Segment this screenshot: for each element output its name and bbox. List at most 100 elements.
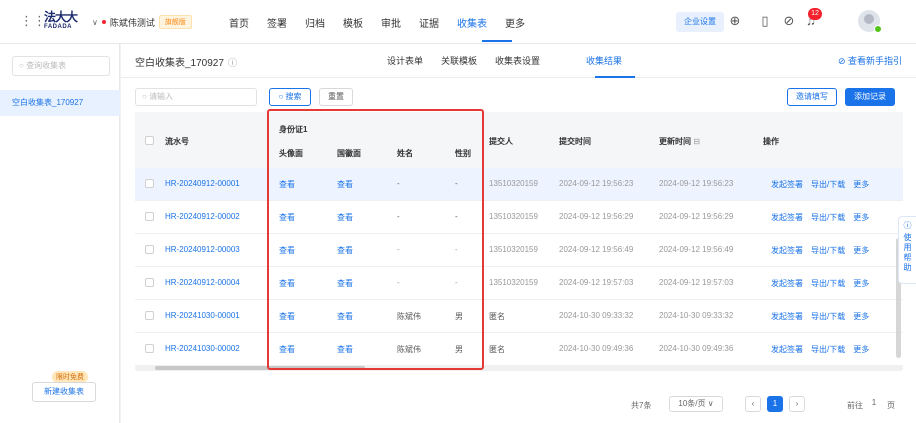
start-signing-link[interactable]: 发起签署 — [771, 246, 803, 255]
more-link[interactable]: 更多 — [853, 312, 869, 321]
view-emblem-link[interactable]: 查看 — [337, 344, 353, 355]
results-search-input[interactable]: ○ 请输入 — [135, 88, 257, 106]
org-switcher[interactable]: ∨ 陈斌伟测试 旗舰版 — [92, 15, 192, 29]
table-row[interactable]: HR-20240912-00001 查看 查看 - - 13510320159 … — [135, 168, 903, 201]
name-cell: 陈斌伟 — [397, 345, 421, 354]
view-head-link[interactable]: 查看 — [279, 278, 295, 289]
table-row[interactable]: HR-20241030-00001 查看 查看 陈斌伟 男 匿名 2024-10… — [135, 300, 903, 333]
app-grid-icon[interactable]: ⋮⋮ — [20, 14, 46, 28]
nav-sign[interactable]: 签署 — [267, 15, 287, 30]
table-row[interactable]: HR-20241030-00002 查看 查看 陈斌伟 男 匿名 2024-10… — [135, 333, 903, 366]
serial-link[interactable]: HR-20240912-00004 — [165, 278, 240, 287]
tab-linked-template[interactable]: 关联模板 — [441, 54, 477, 67]
sort-icon[interactable]: ⊟ — [693, 137, 700, 146]
collection-search-input[interactable]: ○ 查询收集表 — [12, 56, 110, 76]
invite-button[interactable]: 邀请填写 — [787, 88, 837, 106]
document-icon[interactable]: ▯ — [756, 12, 774, 30]
next-page-button[interactable]: › — [789, 396, 805, 412]
search-icon: ○ — [19, 61, 24, 70]
more-link[interactable]: 更多 — [853, 345, 869, 354]
row-checkbox[interactable] — [145, 179, 154, 188]
update-time-cell: 2024-09-12 19:56:23 — [659, 179, 734, 188]
name-cell: 陈斌伟 — [397, 312, 421, 321]
nav-collection[interactable]: 收集表 — [457, 15, 487, 30]
nav-more[interactable]: 更多 — [505, 15, 525, 30]
serial-link[interactable]: HR-20241030-00001 — [165, 311, 240, 320]
table-row[interactable]: HR-20240912-00003 查看 查看 - - 13510320159 … — [135, 234, 903, 267]
table-row[interactable]: HR-20240912-00004 查看 查看 - - 13510320159 … — [135, 267, 903, 300]
more-link[interactable]: 更多 — [853, 180, 869, 189]
help-float-button[interactable]: ⓘ 使用帮助 — [898, 216, 916, 284]
submit-time-cell: 2024-10-30 09:33:32 — [559, 311, 634, 320]
view-head-link[interactable]: 查看 — [279, 179, 295, 190]
page-number-active[interactable]: 1 — [767, 396, 783, 412]
export-download-link[interactable]: 导出/下载 — [811, 180, 845, 189]
horizontal-scrollbar[interactable] — [135, 365, 903, 371]
nav-evidence[interactable]: 证据 — [419, 15, 439, 30]
logo[interactable]: 法大大 FADADA — [44, 10, 80, 34]
search-button[interactable]: ○ 搜索 — [269, 88, 311, 106]
start-signing-link[interactable]: 发起签署 — [771, 345, 803, 354]
view-emblem-link[interactable]: 查看 — [337, 179, 353, 190]
view-head-link[interactable]: 查看 — [279, 344, 295, 355]
nav-approval[interactable]: 审批 — [381, 15, 401, 30]
view-emblem-link[interactable]: 查看 — [337, 245, 353, 256]
more-link[interactable]: 更多 — [853, 213, 869, 222]
header-submit-time: 提交时间 — [559, 137, 591, 146]
serial-link[interactable]: HR-20240912-00001 — [165, 179, 240, 188]
view-emblem-link[interactable]: 查看 — [337, 212, 353, 223]
row-checkbox[interactable] — [145, 212, 154, 221]
export-download-link[interactable]: 导出/下载 — [811, 246, 845, 255]
row-checkbox[interactable] — [145, 311, 154, 320]
company-settings-button[interactable]: 企业设置 — [676, 12, 724, 32]
guide-link-label: 查看新手指引 — [847, 56, 902, 66]
gender-cell: 男 — [455, 312, 463, 321]
tab-design-form[interactable]: 设计表单 — [387, 54, 423, 67]
more-link[interactable]: 更多 — [853, 279, 869, 288]
prev-page-button[interactable]: ‹ — [745, 396, 761, 412]
view-emblem-link[interactable]: 查看 — [337, 278, 353, 289]
export-download-link[interactable]: 导出/下载 — [811, 345, 845, 354]
export-download-link[interactable]: 导出/下载 — [811, 279, 845, 288]
view-emblem-link[interactable]: 查看 — [337, 311, 353, 322]
reset-button[interactable]: 重置 — [319, 88, 353, 106]
nav-template[interactable]: 模板 — [343, 15, 363, 30]
more-link[interactable]: 更多 — [853, 246, 869, 255]
view-head-link[interactable]: 查看 — [279, 245, 295, 256]
goto-page-input[interactable]: 1 — [865, 396, 883, 412]
start-signing-link[interactable]: 发起签署 — [771, 312, 803, 321]
tab-collection-settings[interactable]: 收集表设置 — [495, 54, 540, 67]
nav-archive[interactable]: 归档 — [305, 15, 325, 30]
start-signing-link[interactable]: 发起签署 — [771, 180, 803, 189]
info-icon[interactable]: ⓘ — [228, 58, 237, 68]
view-head-link[interactable]: 查看 — [279, 212, 295, 223]
table-row[interactable]: HR-20240912-00002 查看 查看 - - 13510320159 … — [135, 201, 903, 234]
help-icon[interactable]: ⊘ — [780, 12, 798, 30]
serial-link[interactable]: HR-20240912-00002 — [165, 212, 240, 221]
chevron-down-icon: ∨ — [707, 399, 714, 408]
export-download-link[interactable]: 导出/下载 — [811, 312, 845, 321]
add-record-button[interactable]: 添加记录 — [845, 88, 895, 106]
scrollbar-thumb[interactable] — [155, 366, 365, 370]
new-collection-button[interactable]: 新建收集表 — [32, 382, 96, 402]
page-size-select[interactable]: 10条/页 ∨ — [669, 396, 723, 412]
row-checkbox[interactable] — [145, 245, 154, 254]
globe-icon[interactable]: ⊕ — [726, 12, 744, 30]
nav-home[interactable]: 首页 — [229, 15, 249, 30]
row-checkbox[interactable] — [145, 344, 154, 353]
sidebar: ○ 查询收集表 空白收集表_170927 限时免费 新建收集表 — [0, 44, 120, 423]
tab-collection-results[interactable]: 收集结果 — [586, 54, 622, 67]
serial-link[interactable]: HR-20241030-00002 — [165, 344, 240, 353]
view-head-link[interactable]: 查看 — [279, 311, 295, 322]
start-signing-link[interactable]: 发起签署 — [771, 213, 803, 222]
sidebar-item-collection[interactable]: 空白收集表_170927 — [0, 90, 120, 116]
start-signing-link[interactable]: 发起签署 — [771, 279, 803, 288]
select-all-checkbox[interactable] — [145, 136, 154, 145]
export-download-link[interactable]: 导出/下载 — [811, 213, 845, 222]
chevron-down-icon: ∨ — [92, 17, 98, 27]
guide-link[interactable]: ⊘ 查看新手指引 — [838, 54, 902, 67]
submit-time-cell: 2024-09-12 19:56:29 — [559, 212, 634, 221]
serial-link[interactable]: HR-20240912-00003 — [165, 245, 240, 254]
row-checkbox[interactable] — [145, 278, 154, 287]
notification-badge: 12 — [808, 8, 822, 20]
